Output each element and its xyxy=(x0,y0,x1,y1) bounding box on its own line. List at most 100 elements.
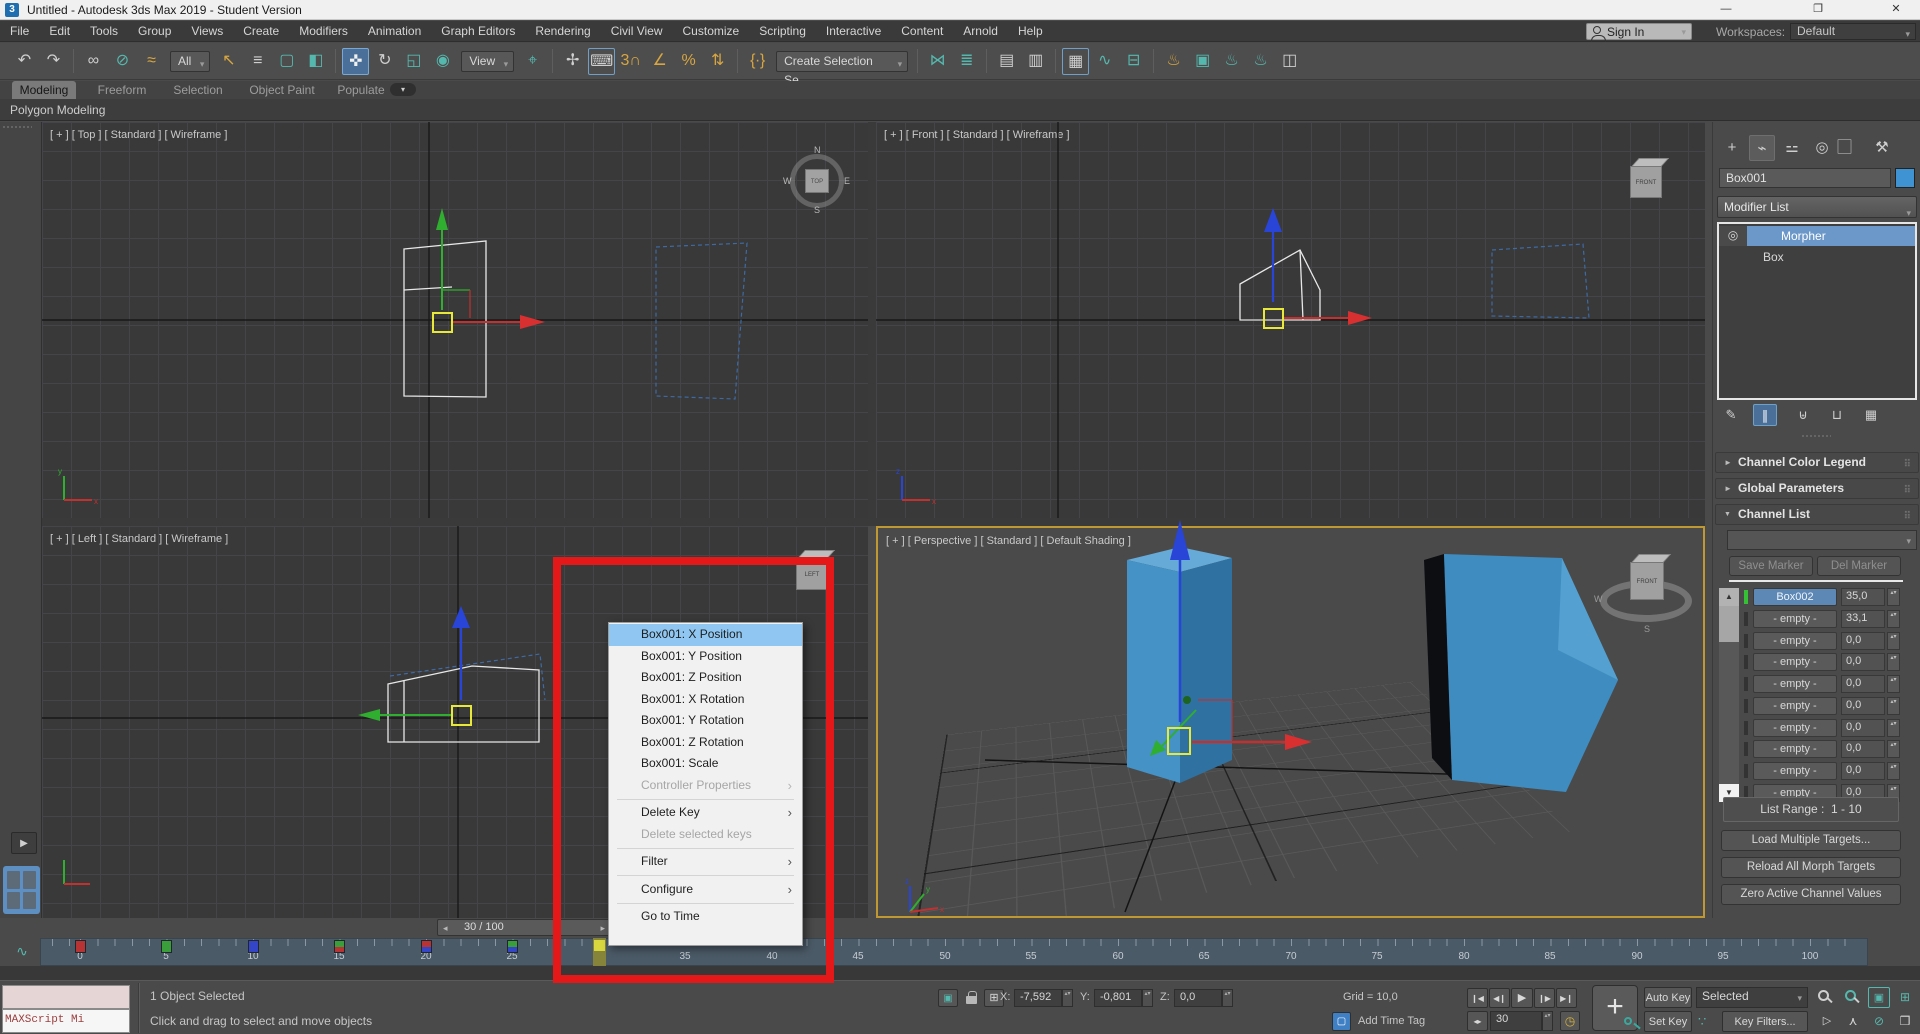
channel-value[interactable]: 0,0 xyxy=(1841,632,1885,650)
maxscript-listener-field[interactable]: MAXScript Mi xyxy=(2,1009,130,1033)
select-by-name-icon[interactable]: ≡ xyxy=(244,48,271,75)
channel-button[interactable]: - empty - xyxy=(1753,697,1837,715)
channel-button[interactable]: - empty - xyxy=(1753,653,1837,671)
spinner[interactable]: ▴▾ xyxy=(1887,740,1900,758)
add-time-tag[interactable]: Add Time Tag xyxy=(1358,1015,1425,1027)
rollout-channel-list[interactable]: ▼ Channel List ⠿ xyxy=(1715,504,1919,525)
channel-button[interactable]: - empty - xyxy=(1753,675,1837,693)
channel-value[interactable]: 33,1 xyxy=(1841,610,1885,628)
select-and-rotate-icon[interactable]: ↻ xyxy=(371,48,398,75)
named-selection-set-dropdown[interactable]: Create Selection Se▾ xyxy=(776,51,908,72)
modifier-list-dropdown[interactable]: Modifier List ▾ xyxy=(1717,196,1917,218)
use-pivot-center-icon[interactable]: ⌖ xyxy=(519,48,546,75)
viewport-top[interactable]: [ + ] [ Top ] [ Standard ] [ Wireframe ] xyxy=(42,122,868,518)
tab-hierarchy-icon[interactable]: ⚍ xyxy=(1779,135,1805,161)
channel-button[interactable]: - empty - xyxy=(1753,632,1837,650)
redo-icon[interactable]: ↷ xyxy=(40,48,67,75)
menu-edit[interactable]: Edit xyxy=(39,21,80,42)
tab-display-icon[interactable]: ⃞ xyxy=(1839,135,1865,161)
render-setup-icon[interactable]: ♨ xyxy=(1160,48,1187,75)
menu-animation[interactable]: Animation xyxy=(358,21,431,42)
spinner[interactable]: ▴▾ xyxy=(1222,989,1233,1007)
channel-scroll-up[interactable]: ▲ xyxy=(1719,588,1739,606)
key-filter-dropdown[interactable]: Selected ▾ xyxy=(1696,987,1808,1008)
channel-value[interactable]: 0,0 xyxy=(1841,653,1885,671)
close-button[interactable]: ✕ xyxy=(1878,0,1914,19)
tab-modeling[interactable]: Modeling xyxy=(12,81,76,99)
viewport-splitter-horizontal[interactable] xyxy=(42,518,1705,526)
channel-value[interactable]: 0,0 xyxy=(1841,762,1885,780)
channel-value[interactable]: 0,0 xyxy=(1841,697,1885,715)
play-button[interactable]: ▶ xyxy=(1511,988,1533,1008)
isolate-selection-icon[interactable]: ▣ xyxy=(938,989,958,1007)
tab-modify-icon[interactable]: ⌁ xyxy=(1749,135,1775,161)
current-frame-field[interactable]: 30 xyxy=(1490,1011,1542,1031)
zoom-extents-all-icon[interactable]: ⊞ xyxy=(1894,987,1916,1008)
spinner[interactable]: ▴▾ xyxy=(1887,719,1900,737)
sign-in-button[interactable]: Sign In ▾ xyxy=(1586,23,1692,40)
viewport-front-label[interactable]: [ + ] [ Front ] [ Standard ] [ Wireframe… xyxy=(884,129,1070,141)
select-and-move-icon[interactable]: ✜ xyxy=(342,48,369,75)
configure-modifier-sets-icon[interactable]: ▦ xyxy=(1859,404,1883,426)
zoom-extents-icon[interactable]: ▣ xyxy=(1868,987,1890,1008)
keyframe-15[interactable] xyxy=(334,940,345,953)
select-object-icon[interactable]: ↖ xyxy=(215,48,242,75)
tab-populate[interactable]: Populate xyxy=(332,81,390,99)
selection-filter-dropdown[interactable]: All▾ xyxy=(170,51,210,72)
pin-stack-icon[interactable]: ✎ xyxy=(1719,404,1743,426)
spinner[interactable]: ▴▾ xyxy=(1887,653,1900,671)
minimize-button[interactable]: — xyxy=(1708,0,1744,19)
mini-curve-editor-icon[interactable]: ∿ xyxy=(8,941,36,963)
named-selection-sets-icon[interactable]: {∙} xyxy=(744,48,771,75)
viewport-perspective[interactable]: [ + ] [ Perspective ] [ Standard ] [ Def… xyxy=(876,526,1705,918)
viewport-perspective-label[interactable]: [ + ] [ Perspective ] [ Standard ] [ Def… xyxy=(886,535,1131,547)
time-tag-cube-icon[interactable]: ▢ xyxy=(1332,1012,1351,1031)
channel-value[interactable]: 0,0 xyxy=(1841,675,1885,693)
go-to-end-button[interactable]: ▶❙ xyxy=(1556,988,1577,1008)
menu-item-filter[interactable]: Filter xyxy=(609,851,802,873)
spinner[interactable]: ▴▾ xyxy=(1542,1011,1553,1031)
spinner[interactable]: ▴▾ xyxy=(1887,697,1900,715)
viewport-front[interactable]: [ + ] [ Front ] [ Standard ] [ Wireframe… xyxy=(876,122,1705,518)
slider-prev-icon[interactable]: ◂ xyxy=(443,921,448,936)
render-production-icon[interactable]: ♨ xyxy=(1218,48,1245,75)
bind-spacewarp-icon[interactable]: ≈ xyxy=(138,48,165,75)
keyframe-20[interactable] xyxy=(421,940,432,953)
menu-arnold[interactable]: Arnold xyxy=(953,21,1008,42)
del-marker-button[interactable]: Del Marker xyxy=(1817,556,1901,576)
spinner[interactable]: ▴▾ xyxy=(1887,588,1900,606)
remove-modifier-icon[interactable]: ⊔ xyxy=(1825,404,1849,426)
menu-item-go-to-time[interactable]: Go to Time xyxy=(609,906,802,928)
percent-snap-icon[interactable]: % xyxy=(675,48,702,75)
menu-modifiers[interactable]: Modifiers xyxy=(289,21,358,42)
menu-create[interactable]: Create xyxy=(233,21,289,42)
maximize-viewport-icon[interactable]: ❒ xyxy=(1894,1011,1916,1032)
layer-explorer-icon[interactable]: ▥ xyxy=(1022,48,1049,75)
menu-civil-view[interactable]: Civil View xyxy=(601,21,673,42)
channel-button[interactable]: - empty - xyxy=(1753,740,1837,758)
tab-object-paint[interactable]: Object Paint xyxy=(244,81,320,99)
make-unique-icon[interactable]: ⊎ xyxy=(1791,404,1815,426)
spinner[interactable]: ▴▾ xyxy=(1887,632,1900,650)
visibility-eye-icon[interactable]: ◎ xyxy=(1719,226,1747,246)
drag-handle[interactable] xyxy=(2,125,32,129)
menu-item-x-rotation[interactable]: Box001: X Rotation xyxy=(609,689,802,711)
field-of-view-icon[interactable]: ▷ xyxy=(1816,1011,1838,1032)
reference-coordinate-dropdown[interactable]: View▾ xyxy=(461,51,514,72)
next-frame-button[interactable]: ❙▶ xyxy=(1534,988,1555,1008)
spinner[interactable]: ▴▾ xyxy=(1062,989,1073,1007)
channel-button[interactable]: - empty - xyxy=(1753,610,1837,628)
spinner[interactable]: ▴▾ xyxy=(1887,675,1900,693)
zero-active-channel-values-button[interactable]: Zero Active Channel Values xyxy=(1721,884,1901,905)
spinner[interactable]: ▴▾ xyxy=(1887,610,1900,628)
keyframe-5[interactable] xyxy=(161,940,172,953)
channel-value[interactable]: 0,0 xyxy=(1841,740,1885,758)
orbit-icon[interactable]: ⊘ xyxy=(1868,1011,1890,1032)
rollout-global-parameters[interactable]: ► Global Parameters ⠿ xyxy=(1715,478,1919,499)
motion-paths-icon[interactable]: ∵ xyxy=(1698,1014,1706,1030)
key-filters-button[interactable]: Key Filters... xyxy=(1722,1011,1808,1032)
menu-tools[interactable]: Tools xyxy=(80,21,128,42)
menu-item-x-position[interactable]: Box001: X Position xyxy=(609,624,802,646)
menu-item-scale[interactable]: Box001: Scale xyxy=(609,753,802,775)
viewport-left-label[interactable]: [ + ] [ Left ] [ Standard ] [ Wireframe … xyxy=(50,533,228,545)
